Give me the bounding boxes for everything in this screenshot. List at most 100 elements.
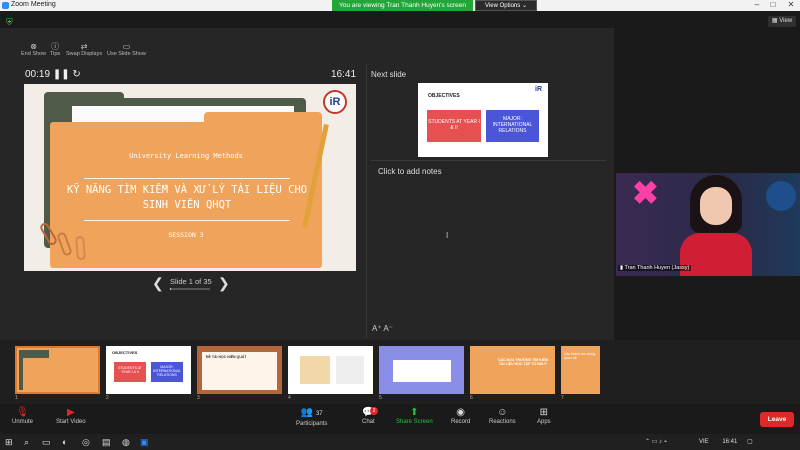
next-slide-heading: OBJECTIVES [428,93,460,99]
swap-displays-label: Swap Displays [66,51,103,57]
next-slide-box-students: STUDENTS AT YEAR I & II [427,110,481,142]
thumb-box: STUDENTS AT YEAR I & II [114,362,146,382]
file-explorer-icon[interactable]: ▤ [102,435,111,449]
taskbar-clock[interactable]: 16:41 [722,439,737,445]
participant-name-text: Tran Thanh Huyen (Jassy) [624,265,690,271]
thumbnail-number: 7 [561,395,564,401]
video-off-icon: ▶ [66,407,75,418]
view-options-button[interactable]: View Options ⌄ [475,0,537,11]
thumbnail-slide-2[interactable]: OBJECTIVES STUDENTS AT YEAR I & II MAJOR… [106,346,191,394]
divider [371,160,606,161]
edge-icon[interactable]: ◐ [62,435,67,449]
thumbnail-slide-3[interactable]: ĐỀ TÀI HỌC NIÊN QUÁT [197,346,282,394]
share-screen-button[interactable]: ⬆ Share Screen [396,406,433,425]
thumbnail-number: 3 [197,395,200,401]
use-slide-show-label: Use Slide Show [107,51,146,57]
thumb-heading: Các thành tựu trong quan hệ [564,352,596,360]
slide-counter: Slide 1 of 35 [170,277,212,286]
timer-value: 00:19 [25,69,51,80]
start-video-button[interactable]: ▶ Start Video [56,406,86,425]
end-show-button[interactable]: ⊗ End Show [21,42,46,57]
windows-start-icon[interactable]: ⊞ [5,435,13,449]
thumbnail-number: 4 [288,395,291,401]
notifications-icon[interactable]: ▢ [747,439,753,445]
thumb-panel [393,360,451,382]
info-icon: ⓘ [51,42,60,51]
zoom-taskbar-icon[interactable]: ▣ [140,435,149,449]
increase-font-icon[interactable]: A⁺ [372,324,382,333]
participant-face [700,187,732,225]
thumb-heading: ĐỀ TÀI HỌC NIÊN QUÁT [206,355,247,359]
thumb-folder-front [23,358,98,392]
ir-logo: iR [323,90,347,114]
thumb-image [336,356,364,384]
chat-badge: 2 [370,407,378,415]
previous-slide-button[interactable]: ❮ [152,275,164,292]
leave-button[interactable]: Leave [760,412,794,427]
end-show-icon: ⊗ [30,42,37,51]
zoom-window: Zoom Meeting – □ ✕ You are viewing Tran … [0,0,800,450]
thumb-image [300,356,330,384]
shield-icon[interactable]: ⛨ [6,17,14,27]
unmute-label: Unmute [12,419,34,425]
divider [84,220,290,221]
record-label: Record [451,419,471,425]
screen-share-banner: You are viewing Tran Thanh Huyen's scree… [332,0,473,11]
slide-progress-bar [170,288,210,290]
slide-progress-fill [170,288,172,290]
participant-name: ▮ Tran Thanh Huyen (Jassy) [618,265,692,271]
minimize-icon[interactable]: – [750,0,764,11]
next-slide-label: Next slide [371,70,407,79]
task-view-icon[interactable]: ▭ [42,435,51,449]
thumb-heading: CÁC ĐƯA TRƯỜNG TÌM KIẾM TÀI LIỆU HỌC TẬP… [498,358,548,366]
reactions-button[interactable]: ☺ Reactions [489,406,516,425]
record-button[interactable]: ◉ Record [451,406,470,425]
thumbnail-slide-5[interactable] [379,346,464,394]
search-icon[interactable]: ⌕ [24,435,29,449]
apps-button[interactable]: ⊞ Apps [537,406,551,425]
participants-icon: 👥 37 [300,407,323,418]
participants-button[interactable]: 👥 37 Participants [296,406,327,427]
thumbnail-slide-7[interactable]: Các thành tựu trong quan hệ [561,346,600,394]
unmute-button[interactable]: 🎙 Unmute [12,406,33,425]
ir-logo: iR [535,86,542,93]
muted-microphone-icon: 🎙 [16,407,29,418]
slide-title: KỸ NĂNG TÌM KIẾM VÀ XỬ LÝ TÀI LIỆU CHO S… [66,184,308,211]
current-slide: University Learning Methods KỸ NĂNG TÌM … [24,84,356,271]
thumbnail-slide-4[interactable] [288,346,373,394]
chrome-icon[interactable]: ◎ [82,435,90,449]
share-screen-label: Share Screen [396,419,433,425]
x-logo-icon: ✖ [632,175,659,211]
restart-icon[interactable]: ↻ [72,69,80,80]
monitor-icon: ▭ [122,42,131,51]
thumbnail-number: 6 [470,395,473,401]
thumb-box: MAJOR: INTERNATIONAL RELATIONS [151,362,183,382]
next-slide-preview[interactable]: OBJECTIVES iR STUDENTS AT YEAR I & II MA… [418,83,548,157]
tray-icons[interactable]: ⌃ ▭ ♪ ⌁ [645,439,669,445]
end-show-label: End Show [21,51,47,57]
notes-area[interactable]: Click to add notes [378,167,442,176]
next-slide-button[interactable]: ❯ [218,275,230,292]
ir-logo-text: iR [329,96,341,108]
thumbnail-number: 2 [106,395,109,401]
next-slide-box-major: MAJOR: INTERNATIONAL RELATIONS [486,110,539,142]
participant-video[interactable]: ✖ ▮ Tran Thanh Huyen (Jassy) [616,173,800,276]
tips-button[interactable]: ⓘ Tips [50,42,60,57]
thumbnail-number: 5 [379,395,382,401]
background-decoration [766,181,796,211]
thumbnail-slide-6[interactable]: CÁC ĐƯA TRƯỜNG TÌM KIẾM TÀI LIỆU HỌC TẬP… [470,346,555,394]
use-slide-show-button[interactable]: ▭ Use Slide Show [107,42,146,57]
app-icon[interactable]: ◍ [122,435,130,449]
decrease-font-icon[interactable]: A⁻ [383,324,393,333]
thumbnail-slide-1[interactable] [15,346,100,394]
participants-label: Participants [296,421,328,427]
maximize-icon[interactable]: □ [766,0,780,11]
view-button[interactable]: ▦ View [768,16,796,27]
swap-displays-button[interactable]: ⇄ Swap Displays [66,42,102,57]
divider [84,178,290,179]
font-size-controls: A⁺ A⁻ [372,324,393,333]
pause-icon[interactable]: ❚❚ [53,69,70,80]
window-title: Zoom Meeting [11,1,56,8]
keyboard-language[interactable]: VIE [699,439,709,445]
close-icon[interactable]: ✕ [784,0,798,11]
